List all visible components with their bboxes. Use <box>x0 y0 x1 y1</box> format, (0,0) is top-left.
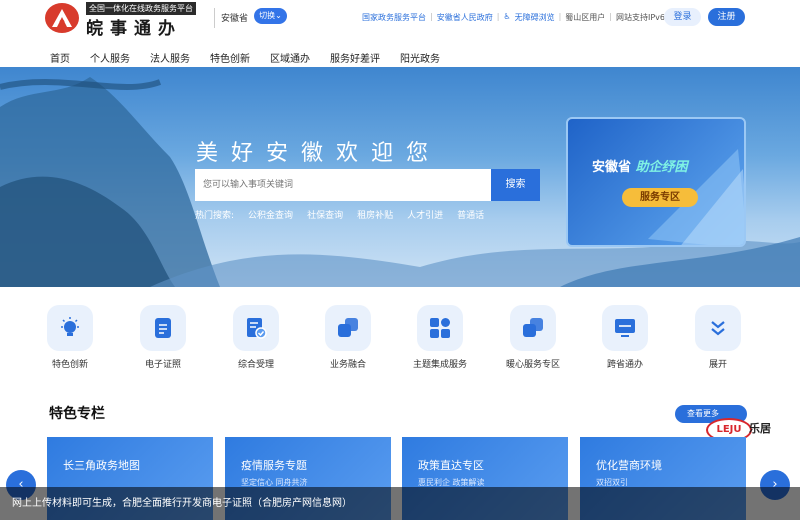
register-button[interactable]: 注册 <box>708 8 745 26</box>
watermark-text: 乐居 <box>749 422 771 435</box>
service-label: 暖心服务专区 <box>505 360 560 370</box>
heart-zone-icon <box>523 318 543 337</box>
top-header: 全国一体化在线政务服务平台 皖事通办 安徽省 切换⌄ 国家政务服务平台 | 安徽省… <box>0 0 800 39</box>
service-theme[interactable]: 主题集成服务 <box>405 305 475 372</box>
top-links: 国家政务服务平台 | 安徽省人民政府 | ♿ 无障碍浏览 | 蜀山区用户 | 网站支持IP… <box>362 12 665 23</box>
grid-icon <box>430 318 450 338</box>
card-title: 疫情服务专题 <box>241 459 307 472</box>
promo-title: 安徽省 助企纾困 <box>592 156 688 175</box>
promo-button[interactable]: 服务专区 <box>622 188 698 207</box>
section-title: 特色专栏 <box>49 406 105 422</box>
hot-search: 热门搜索: 公积金查询 社保查询 租房补贴 人才引进 普通话 <box>195 208 498 221</box>
merge-icon <box>338 318 358 337</box>
chevron-down-icon <box>711 321 725 336</box>
bulb-icon <box>61 317 79 336</box>
search-box <box>195 169 491 201</box>
region-label: 安徽省 <box>221 14 249 24</box>
nav-innovation[interactable]: 特色创新 <box>210 50 250 65</box>
promo-title-prefix: 安徽省 <box>592 160 632 175</box>
ipv6-support: 网站支持IPv6 <box>615 13 665 22</box>
login-button[interactable]: 登录 <box>664 8 701 26</box>
switch-region-button[interactable]: 切换⌄ <box>254 8 287 24</box>
service-label: 电子证照 <box>144 360 181 370</box>
service-cross-province[interactable]: 跨省通办 <box>590 305 660 372</box>
hot-search-label: 热门搜索: <box>195 211 235 221</box>
switch-label: 切换 <box>259 11 276 20</box>
document-icon <box>155 318 171 338</box>
search-input[interactable] <box>195 169 485 201</box>
service-warm[interactable]: 暖心服务专区 <box>498 305 568 372</box>
hot-item-social[interactable]: 社保查询 <box>307 208 343 221</box>
promo-panel[interactable]: 安徽省 助企纾困 服务专区 <box>566 117 746 247</box>
service-innovation[interactable]: 特色创新 <box>35 305 105 372</box>
service-e-license[interactable]: 电子证照 <box>128 305 198 372</box>
user-location: 蜀山区用户 <box>565 13 606 22</box>
form-check-icon <box>247 318 267 339</box>
nav-personal[interactable]: 个人服务 <box>90 50 130 65</box>
divider <box>214 8 215 28</box>
monitor-icon <box>615 319 635 337</box>
nav-home[interactable]: 首页 <box>50 50 70 65</box>
nav-evaluation[interactable]: 服务好差评 <box>330 50 380 65</box>
logo-title: 皖事通办 <box>86 19 182 39</box>
service-icons: 特色创新 电子证照 综合受理 业务融合 主题集成服务 暖心服务专区 跨省通办 展… <box>35 305 775 395</box>
service-comprehensive[interactable]: 综合受理 <box>221 305 291 372</box>
service-label: 综合受理 <box>237 360 274 370</box>
main-nav: 首页 个人服务 法人服务 特色创新 区域通办 服务好差评 阳光政务 <box>50 50 460 65</box>
nav-legal[interactable]: 法人服务 <box>150 50 190 65</box>
service-label: 特色创新 <box>51 360 88 370</box>
link-accessibility[interactable]: 无障碍浏览 <box>515 12 555 23</box>
service-label: 主题集成服务 <box>412 360 467 370</box>
hot-item-talent[interactable]: 人才引进 <box>407 208 443 221</box>
link-provincial-gov[interactable]: 安徽省人民政府 <box>437 12 493 23</box>
hero-banner: 美好安徽欢迎您 搜索 热门搜索: 公积金查询 社保查询 租房补贴 人才引进 普通… <box>0 67 800 287</box>
hot-item-fund[interactable]: 公积金查询 <box>248 208 293 221</box>
hot-item-rent[interactable]: 租房补贴 <box>357 208 393 221</box>
search-button[interactable]: 搜索 <box>491 169 540 201</box>
link-national-platform[interactable]: 国家政务服务平台 <box>362 12 426 23</box>
service-expand[interactable]: 展开 <box>683 305 753 372</box>
nav-sunshine[interactable]: 阳光政务 <box>400 50 440 65</box>
logo-icon[interactable] <box>45 3 79 33</box>
service-label: 业务融合 <box>329 360 366 370</box>
card-title: 政策直达专区 <box>418 459 484 472</box>
accessibility-icon[interactable]: ♿ <box>503 12 510 23</box>
image-caption: 网上上传材料即可生成，合肥全面推行开发商电子证照（合肥房产网信息网） <box>0 487 800 520</box>
promo-title-highlight: 助企纾困 <box>635 160 688 175</box>
banner-title: 美好安徽欢迎您 <box>196 141 442 166</box>
card-title: 长三角政务地图 <box>63 459 140 472</box>
card-title: 优化营商环境 <box>596 459 662 472</box>
service-merge[interactable]: 业务融合 <box>313 305 383 372</box>
service-label: 展开 <box>708 360 727 370</box>
hot-item-mandarin[interactable]: 普通话 <box>457 208 484 221</box>
service-label: 跨省通办 <box>606 360 643 370</box>
nav-regional[interactable]: 区域通办 <box>270 50 310 65</box>
